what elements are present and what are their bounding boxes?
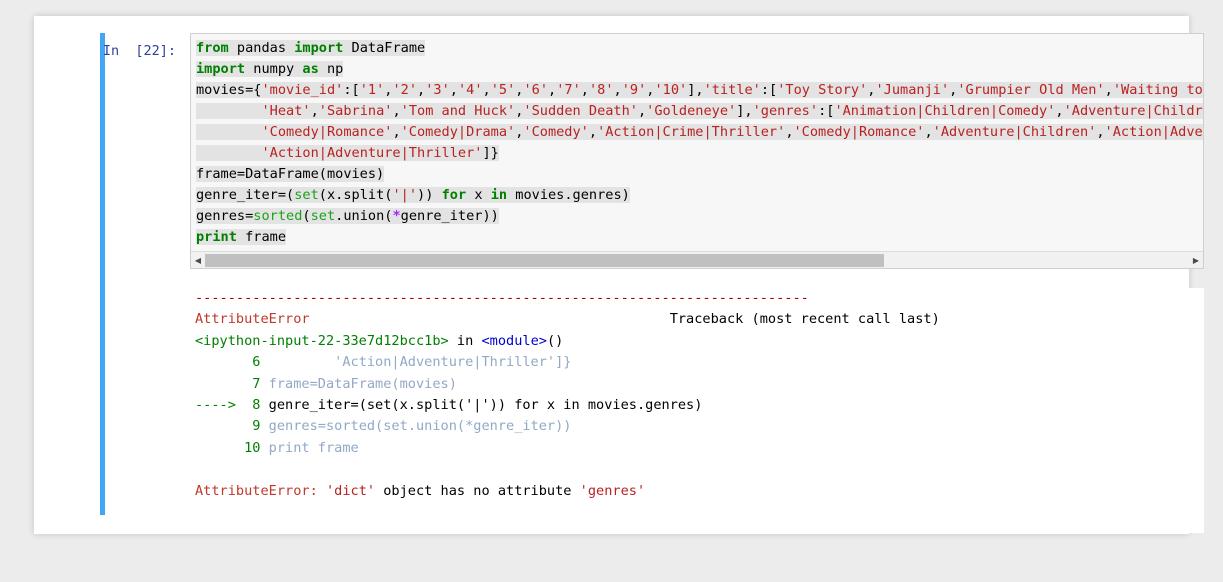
cell-prompt-column: In [22]: bbox=[34, 33, 184, 534]
code-line: print frame bbox=[196, 229, 287, 245]
scrollbar-thumb[interactable] bbox=[205, 253, 884, 267]
traceback-context-line: 9 genres=sorted(set.union(*genre_iter)) bbox=[244, 418, 572, 435]
traceback-context-line: 10 print frame bbox=[244, 439, 359, 456]
code-line: 'Heat','Sabrina','Tom and Huck','Sudden … bbox=[196, 101, 1203, 122]
traceback-blank-line bbox=[195, 459, 1204, 480]
code-line: 'Comedy|Romance','Comedy|Drama','Comedy'… bbox=[196, 122, 1203, 143]
code-line: import numpy as np bbox=[196, 61, 344, 77]
code-line: from pandas import DataFrame bbox=[196, 40, 426, 56]
code-line: movies={'movie_id':['1','2','3','4','5',… bbox=[196, 80, 1203, 101]
cell-output-area: ----------------------------------------… bbox=[190, 288, 1204, 533]
notebook-page: In [22]: from pandas import DataFrame imp… bbox=[34, 16, 1204, 534]
traceback-separator: ----------------------------------------… bbox=[195, 290, 809, 306]
error-message-line: AttributeError: 'dict' object has no att… bbox=[195, 482, 646, 499]
traceback-frame-location: <ipython-input-22-33e7d12bcc1b> in <modu… bbox=[195, 332, 564, 349]
scroll-left-arrow-icon[interactable]: ◀ bbox=[191, 252, 205, 268]
cell-content-column: from pandas import DataFrame import numpy… bbox=[184, 33, 1204, 534]
code-viewport[interactable]: from pandas import DataFrame import numpy… bbox=[191, 34, 1203, 251]
traceback-context-line: 7 frame=DataFrame(movies) bbox=[244, 375, 457, 392]
traceback-context-line: 6 'Action|Adventure|Thriller']} bbox=[244, 354, 572, 371]
code-line: genres=sorted(set.union(*genre_iter)) bbox=[196, 208, 499, 224]
input-prompt-label: In [22]: bbox=[102, 43, 176, 59]
notebook-code-cell[interactable]: In [22]: from pandas import DataFrame imp… bbox=[34, 33, 1204, 534]
scrollbar-track[interactable] bbox=[205, 253, 1189, 267]
code-line: 'Action|Adventure|Thriller']} bbox=[196, 143, 1203, 164]
code-horizontal-scrollbar[interactable]: ◀ ▶ bbox=[191, 251, 1203, 268]
traceback-header-line: AttributeError Traceback (most recent ca… bbox=[195, 311, 940, 328]
scroll-right-arrow-icon[interactable]: ▶ bbox=[1189, 252, 1203, 268]
code-line: genre_iter=(set(x.split('|')) for x in m… bbox=[196, 187, 630, 203]
error-traceback: ----------------------------------------… bbox=[190, 288, 1204, 502]
code-input-area[interactable]: from pandas import DataFrame import numpy… bbox=[190, 33, 1204, 269]
code-line: frame=DataFrame(movies) bbox=[196, 166, 385, 182]
traceback-current-line: ----> 8 genre_iter=(set(x.split('|')) fo… bbox=[195, 396, 703, 413]
code-editor-text[interactable]: from pandas import DataFrame import numpy… bbox=[191, 38, 1203, 248]
